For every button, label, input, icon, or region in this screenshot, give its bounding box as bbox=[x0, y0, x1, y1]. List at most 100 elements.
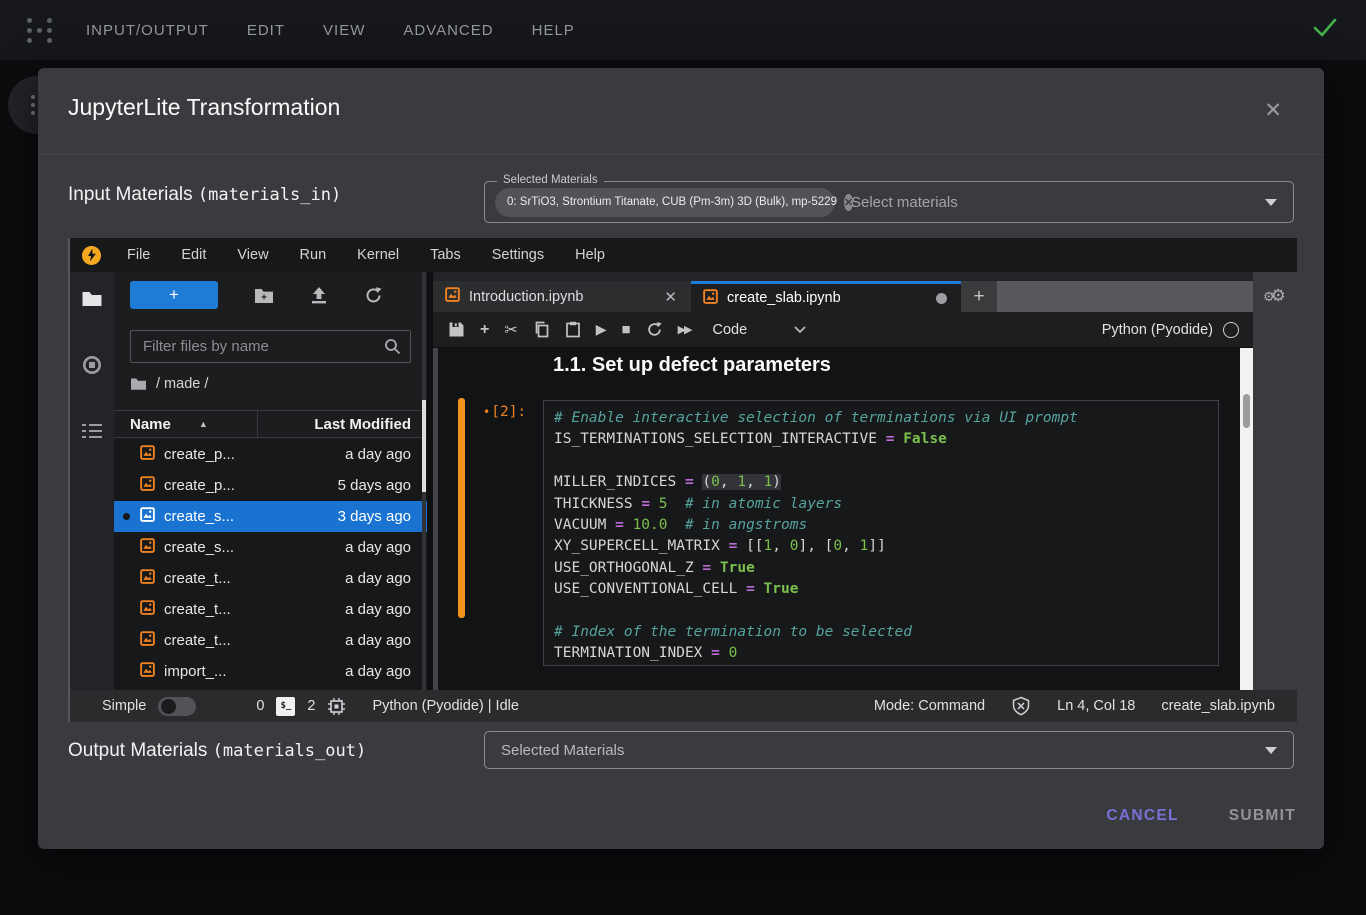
file-row[interactable]: create_t...a day ago bbox=[114, 594, 427, 625]
breadcrumb-path: / made / bbox=[156, 376, 208, 392]
jupyter-menu: File Edit View Run Kernel Tabs Settings Help bbox=[127, 247, 605, 263]
file-modified: a day ago bbox=[345, 632, 411, 649]
jupyter-status-bar: Simple 0 $_ 2 Python (Pyodide) | Idle bbox=[70, 690, 1297, 722]
filter-files-input[interactable] bbox=[131, 338, 384, 355]
settings-gears-icon[interactable]: ⚙⚙ bbox=[1263, 286, 1286, 306]
app-menu-item[interactable]: HELP bbox=[532, 22, 575, 39]
kernel-status-icon[interactable] bbox=[1223, 322, 1239, 338]
jupyter-menu-item[interactable]: File bbox=[127, 247, 150, 263]
add-tab-button[interactable]: + bbox=[961, 281, 997, 312]
file-row[interactable]: create_t...a day ago bbox=[114, 625, 427, 656]
code-line: # Enable interactive selection of termin… bbox=[554, 408, 1218, 429]
table-of-contents-tab-icon[interactable] bbox=[81, 422, 103, 440]
open-file-dot-icon bbox=[123, 513, 130, 520]
input-materials-select[interactable]: Selected Materials 0: SrTiO3, Strontium … bbox=[484, 181, 1294, 223]
jupyter-menu-item[interactable]: Edit bbox=[181, 247, 206, 263]
restart-run-all-icon[interactable]: ▶▶ bbox=[678, 323, 691, 336]
cut-cell-icon[interactable]: ✂ bbox=[504, 320, 517, 340]
file-modified: a day ago bbox=[345, 663, 411, 680]
active-cell-indicator[interactable] bbox=[458, 398, 465, 618]
output-materials-select[interactable]: Selected Materials bbox=[484, 731, 1294, 769]
file-modified: 3 days ago bbox=[338, 508, 411, 525]
kernel-count[interactable]: 2 bbox=[307, 698, 315, 714]
input-materials-label: Input Materials (materials_in) bbox=[68, 184, 341, 206]
jupyter-menu-item[interactable]: Tabs bbox=[430, 247, 461, 263]
chevron-down-icon[interactable] bbox=[793, 325, 807, 334]
cell-type-dropdown[interactable]: Code bbox=[713, 322, 748, 338]
file-name: import_... bbox=[164, 663, 227, 680]
refresh-icon[interactable] bbox=[364, 286, 383, 305]
app-menu-item[interactable]: INPUT/OUTPUT bbox=[86, 22, 209, 39]
file-row[interactable]: create_s... 3 days ago bbox=[114, 501, 427, 532]
cell-collapser-rail[interactable] bbox=[433, 348, 438, 690]
file-row[interactable]: create_p... 5 days ago bbox=[114, 470, 427, 501]
file-row[interactable]: import_... a day ago bbox=[114, 656, 427, 687]
cancel-button[interactable]: CANCEL bbox=[1106, 807, 1178, 825]
code-cell-editor[interactable]: # Enable interactive selection of termin… bbox=[543, 400, 1219, 666]
app-menu-item[interactable]: VIEW bbox=[323, 22, 365, 39]
jupyter-menu-item[interactable]: Settings bbox=[492, 247, 544, 263]
app-logo-icon[interactable] bbox=[24, 15, 54, 45]
code-line: VACUUM = 10.0 # in angstroms bbox=[554, 515, 1218, 536]
column-last-modified[interactable]: Last Modified bbox=[314, 416, 411, 433]
breadcrumb[interactable]: / made / bbox=[130, 376, 208, 392]
chevron-down-icon[interactable] bbox=[1265, 747, 1277, 754]
terminal-count[interactable]: 0 bbox=[256, 698, 264, 714]
file-name: create_s... bbox=[164, 508, 234, 525]
notebook-file-icon bbox=[140, 445, 155, 464]
selected-materials-notch-label: Selected Materials bbox=[497, 174, 604, 186]
notebook-scrollbar-thumb[interactable] bbox=[1243, 394, 1250, 428]
upload-icon[interactable] bbox=[310, 286, 328, 304]
trust-shield-icon[interactable] bbox=[1011, 696, 1031, 716]
file-name: create_p... bbox=[164, 477, 235, 494]
search-icon bbox=[384, 338, 401, 355]
file-browser-tab-icon[interactable] bbox=[81, 290, 103, 308]
jupyter-menu-item[interactable]: Help bbox=[575, 247, 605, 263]
file-modified: 5 days ago bbox=[338, 477, 411, 494]
file-row[interactable]: create_p...a day ago bbox=[114, 439, 427, 470]
close-icon[interactable]: ✕ bbox=[1264, 98, 1282, 123]
cell-execution-prompt: •[2]: bbox=[483, 404, 526, 420]
jupyter-menu-item[interactable]: Kernel bbox=[357, 247, 399, 263]
material-chip[interactable]: 0: SrTiO3, Strontium Titanate, CUB (Pm-3… bbox=[495, 188, 835, 217]
command-mode-indicator[interactable]: Mode: Command bbox=[874, 698, 985, 714]
notebook-content: 1.1. Set up defect parameters •[2]: # En… bbox=[433, 348, 1253, 690]
app-menu-item[interactable]: ADVANCED bbox=[403, 22, 493, 39]
notebook-tabbar: Introduction.ipynb ✕ create_slab.ipynb + bbox=[433, 272, 1253, 312]
run-cell-icon[interactable]: ▶ bbox=[596, 321, 607, 338]
tab-create-slab[interactable]: create_slab.ipynb bbox=[691, 281, 961, 312]
tab-introduction[interactable]: Introduction.ipynb ✕ bbox=[433, 281, 691, 312]
file-list-scrollbar-thumb[interactable] bbox=[422, 400, 426, 492]
cursor-position[interactable]: Ln 4, Col 18 bbox=[1057, 698, 1135, 714]
chevron-down-icon[interactable] bbox=[1265, 199, 1277, 206]
app-menu-item[interactable]: EDIT bbox=[247, 22, 285, 39]
paste-cell-icon[interactable] bbox=[565, 321, 581, 338]
sort-ascending-icon[interactable]: ▲ bbox=[199, 419, 208, 429]
statusbar-filename[interactable]: create_slab.ipynb bbox=[1161, 698, 1275, 714]
kernel-status-text[interactable]: Python (Pyodide) | Idle bbox=[372, 698, 518, 714]
jupyter-menu-item[interactable]: Run bbox=[300, 247, 327, 263]
new-launcher-button[interactable]: + bbox=[130, 281, 218, 309]
code-line: # Index of the termination to be selecte… bbox=[554, 622, 1218, 643]
code-line bbox=[554, 451, 1218, 472]
code-line: MILLER_INDICES = (0, 1, 1) bbox=[554, 472, 1218, 493]
file-row[interactable]: create_s...a day ago bbox=[114, 532, 427, 563]
running-kernels-tab-icon[interactable] bbox=[81, 354, 103, 376]
restart-kernel-icon[interactable] bbox=[646, 321, 663, 338]
file-row[interactable]: create_t...a day ago bbox=[114, 563, 427, 594]
simple-mode-toggle[interactable] bbox=[158, 697, 196, 716]
file-modified: a day ago bbox=[345, 539, 411, 556]
insert-cell-icon[interactable]: + bbox=[480, 321, 489, 339]
jupyter-menu-item[interactable]: View bbox=[237, 247, 268, 263]
copy-cell-icon[interactable] bbox=[533, 321, 550, 338]
tab-close-icon[interactable]: ✕ bbox=[664, 288, 677, 306]
submit-button[interactable]: SUBMIT bbox=[1229, 807, 1296, 825]
column-name[interactable]: Name bbox=[130, 416, 171, 433]
kernel-name-button[interactable]: Python (Pyodide) bbox=[1102, 322, 1213, 338]
new-folder-icon[interactable]: + bbox=[254, 287, 274, 304]
save-icon[interactable] bbox=[448, 321, 465, 338]
stop-kernel-icon[interactable]: ■ bbox=[622, 321, 631, 338]
notebook-file-icon bbox=[140, 662, 155, 681]
notebook-file-icon bbox=[140, 631, 155, 650]
unsaved-dot-icon[interactable] bbox=[936, 293, 947, 304]
